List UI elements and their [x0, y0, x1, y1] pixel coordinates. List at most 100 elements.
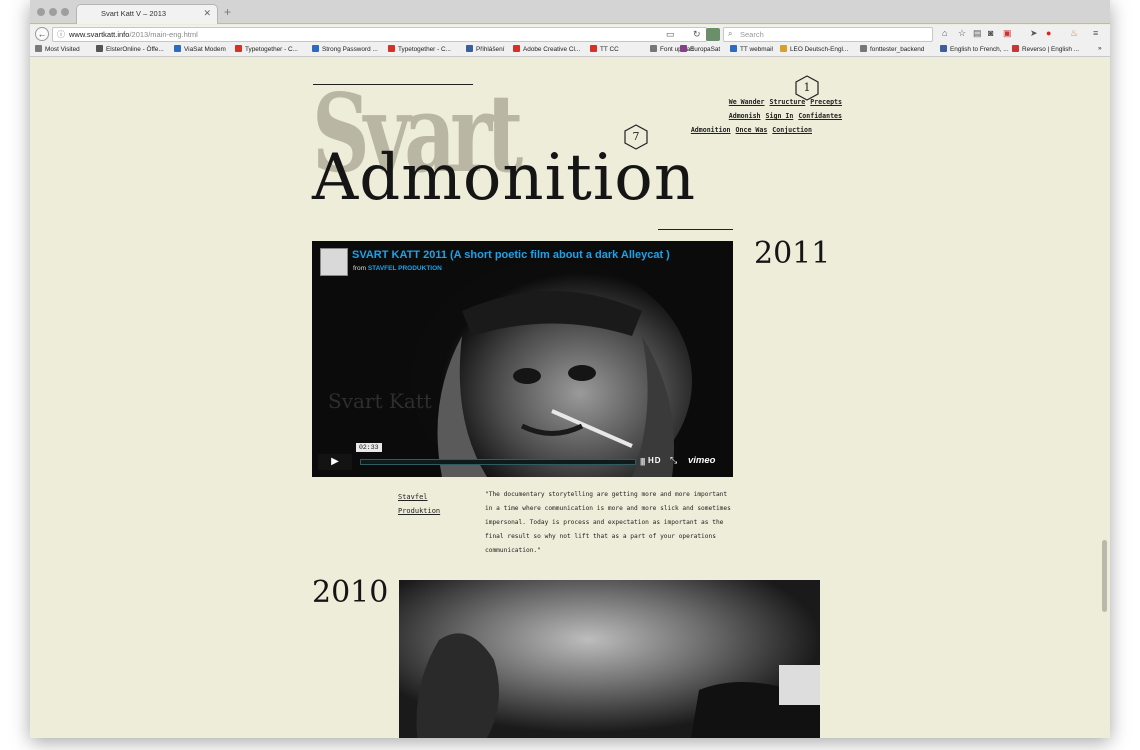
- tab-bar: Svart Katt V – 2013 ✕ +: [30, 0, 1110, 24]
- bookmark-item[interactable]: Typetogether - C...: [388, 45, 451, 53]
- nav-link-sign-in[interactable]: Sign In: [766, 112, 794, 120]
- bookmark-item[interactable]: Typetogether - C...: [235, 45, 298, 53]
- credit-link[interactable]: Stavfel Produktion: [398, 490, 440, 518]
- nav-link-admonition[interactable]: Admonition: [691, 126, 731, 134]
- bookmark-star-icon[interactable]: ☆: [958, 28, 966, 39]
- hex-badge-1[interactable]: 1: [795, 75, 819, 101]
- volume-icon[interactable]: ||||: [640, 457, 645, 466]
- year-2010: 2010: [312, 575, 389, 610]
- extension-icon[interactable]: [706, 28, 720, 41]
- bookmark-label: EuropaSat: [690, 46, 721, 53]
- video-title[interactable]: SVART KATT 2011 (A short poetic film abo…: [352, 249, 670, 261]
- url-bar[interactable]: ⓘ www.svartkatt.info/2013/main-eng.html …: [52, 27, 707, 42]
- menu-icon[interactable]: ≡: [1093, 28, 1098, 38]
- bookmark-icon: [730, 45, 737, 52]
- bookmark-item[interactable]: English to French, ...: [940, 45, 1009, 53]
- title-rule: [658, 229, 733, 230]
- entry-quote: "The documentary storytelling are gettin…: [485, 491, 731, 554]
- send-icon[interactable]: ➤: [1030, 28, 1038, 39]
- nav-link-we-wander[interactable]: We Wander: [729, 98, 765, 106]
- bookmark-icon: [780, 45, 787, 52]
- bookmark-icon: [1012, 45, 1019, 52]
- bookmark-icon: [650, 45, 657, 52]
- nav-row-2: Admonish Sign In Confidantes: [542, 112, 842, 120]
- bookmark-label: Typetogether - C...: [398, 46, 451, 53]
- zoom-window-button[interactable]: [61, 8, 69, 16]
- bookmark-item[interactable]: Strong Password ...: [312, 45, 378, 53]
- bookmark-item[interactable]: LEO Deutsch-Engl...: [780, 45, 848, 53]
- nav-row-3: Admonition Once Was Conjuction: [512, 126, 812, 134]
- close-tab-icon[interactable]: ✕: [203, 8, 211, 19]
- bookmark-item[interactable]: ViaSat Modem: [174, 45, 226, 53]
- bookmark-item[interactable]: Adobe Creative Cl...: [513, 45, 580, 53]
- bookmark-icon: [860, 45, 867, 52]
- page-title: Admonition: [312, 141, 697, 215]
- close-window-button[interactable]: [37, 8, 45, 16]
- bookmark-icon: [940, 45, 947, 52]
- video-watermark: Svart Katt: [328, 389, 432, 413]
- pocket-icon[interactable]: ◙: [988, 28, 993, 38]
- play-button[interactable]: ▶: [318, 454, 352, 470]
- bookmark-icon: [388, 45, 395, 52]
- video-controls: ▶ 02:33 |||| HD ⤡ vimeo: [318, 443, 728, 470]
- bookmark-label: Reverso | English ...: [1022, 46, 1080, 53]
- nav-link-admonish[interactable]: Admonish: [729, 112, 761, 120]
- bookmark-icon: [174, 45, 181, 52]
- nav-link-conjuction[interactable]: Conjuction: [772, 126, 812, 134]
- reload-icon[interactable]: ↻: [693, 29, 701, 40]
- bookmark-label: ViaSat Modem: [184, 46, 226, 53]
- reader-view-icon[interactable]: ▭: [666, 29, 675, 40]
- hex-badge-label: 1: [803, 81, 811, 94]
- bookmark-icon: [513, 45, 520, 52]
- adblock-icon[interactable]: ●: [1046, 28, 1051, 38]
- url-path: /2013/main-eng.html: [129, 30, 198, 39]
- bookmark-icon: [235, 45, 242, 52]
- bookmark-icon: [35, 45, 42, 52]
- progress-bar[interactable]: [360, 459, 636, 465]
- video-2010[interactable]: [399, 580, 820, 738]
- hex-badge-7[interactable]: 7: [624, 124, 648, 150]
- info-icon[interactable]: ⓘ: [57, 29, 65, 40]
- hd-toggle[interactable]: HD: [648, 456, 662, 465]
- fullscreen-icon[interactable]: ⤡: [670, 455, 677, 466]
- uploader-avatar[interactable]: [320, 248, 348, 276]
- search-icon: ⌕: [728, 29, 733, 38]
- minimize-window-button[interactable]: [49, 8, 57, 16]
- bookmark-label: TT CC: [600, 46, 619, 53]
- bookmark-item[interactable]: Most Visited: [35, 45, 80, 53]
- bookmark-label: ElsterOnline - Öffe...: [106, 46, 164, 53]
- bookmark-item[interactable]: TT CC: [590, 45, 619, 53]
- bookmark-label: English to French, ...: [950, 46, 1009, 53]
- bookmark-item[interactable]: Přihlášení: [466, 45, 504, 53]
- nav-link-once-was[interactable]: Once Was: [736, 126, 768, 134]
- bookmark-label: Typetogether - C...: [245, 46, 298, 53]
- bookmark-item[interactable]: fonttester_backend: [860, 45, 924, 53]
- search-input[interactable]: Search: [740, 30, 764, 39]
- bookmark-item[interactable]: ElsterOnline - Öffe...: [96, 45, 164, 53]
- new-tab-button[interactable]: +: [224, 5, 231, 19]
- fire-icon[interactable]: ♨: [1070, 28, 1078, 39]
- bookmark-item[interactable]: Reverso | English ...: [1012, 45, 1079, 53]
- vimeo-logo[interactable]: vimeo: [688, 455, 715, 466]
- bookmarks-overflow-icon[interactable]: »: [1098, 45, 1102, 52]
- library-icon[interactable]: ▤: [973, 28, 982, 39]
- search-bar[interactable]: ⌕ Search: [723, 27, 933, 42]
- nav-link-confidantes[interactable]: Confidantes: [798, 112, 842, 120]
- home-icon[interactable]: ⌂: [942, 28, 947, 38]
- page-scrollbar[interactable]: [1102, 540, 1107, 612]
- navigation-bar: ← ⓘ www.svartkatt.info/2013/main-eng.htm…: [30, 25, 1110, 44]
- vimeo-video-player[interactable]: SVART KATT 2011 (A short poetic film abo…: [312, 241, 733, 477]
- pdf-icon[interactable]: ▣: [1003, 28, 1012, 39]
- video-author-link[interactable]: STAVFEL PRODUKTION: [368, 265, 442, 272]
- bookmark-item[interactable]: TT webmail: [730, 45, 773, 53]
- tab-active[interactable]: Svart Katt V – 2013 ✕: [76, 4, 218, 24]
- back-button[interactable]: ←: [35, 27, 49, 41]
- bookmark-icon: [96, 45, 103, 52]
- bookmark-item[interactable]: EuropaSat: [680, 45, 720, 53]
- bookmark-label: Strong Password ...: [322, 46, 378, 53]
- bookmark-icon: [312, 45, 319, 52]
- video-duration: 02:33: [356, 443, 382, 452]
- bookmark-icon: [680, 45, 687, 52]
- url-text: www.svartkatt.info/2013/main-eng.html: [69, 30, 198, 39]
- bookmark-label: Adobe Creative Cl...: [523, 46, 581, 53]
